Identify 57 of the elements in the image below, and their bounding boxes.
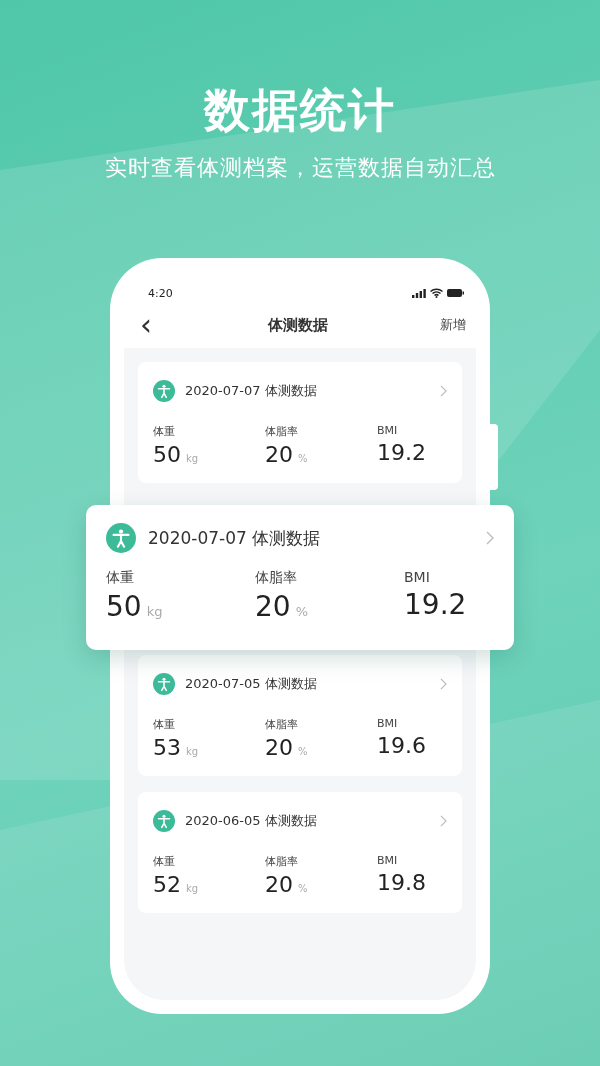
person-icon — [153, 810, 175, 832]
record-title: 2020-06-05 体测数据 — [185, 812, 318, 830]
stat-unit: % — [298, 453, 308, 464]
stat-label: BMI — [404, 569, 431, 585]
nav-title: 体测数据 — [268, 315, 328, 335]
stat-label: 体脂率 — [265, 717, 299, 732]
record-card[interactable]: 2020-07-07 体测数据 体重 50 kg 体脂率 20 % BMI 19.2 — [138, 362, 462, 483]
chevron-right-icon — [440, 815, 447, 827]
stat-label: 体脂率 — [265, 854, 299, 869]
stat-label: 体重 — [153, 424, 176, 439]
signal-icon — [412, 288, 426, 298]
stat-label: BMI — [377, 424, 399, 437]
stat-value: 50 — [106, 590, 142, 623]
record-title: 2020-07-07 体测数据 — [148, 526, 322, 550]
stat-value: 20 — [265, 735, 293, 760]
record-title: 2020-07-05 体测数据 — [185, 675, 318, 693]
stat-unit: kg — [186, 746, 199, 757]
chevron-right-icon — [486, 531, 494, 545]
record-card[interactable]: 2020-06-05 体测数据 体重 52 kg 体脂率 20 % BMI 19.8 — [138, 792, 462, 913]
stat-unit: kg — [186, 883, 199, 894]
record-card[interactable]: 2020-07-05 体测数据 体重 53 kg 体脂率 20 % BMI 19.6 — [138, 655, 462, 776]
stat-value: 19.2 — [377, 440, 426, 465]
stat-value: 20 — [265, 442, 293, 467]
person-icon — [106, 523, 136, 553]
chevron-right-icon — [440, 385, 447, 397]
stat-value: 20 — [265, 872, 293, 897]
stat-value: 52 — [153, 872, 181, 897]
hero-subtitle: 实时查看体测档案，运营数据自动汇总 — [104, 154, 496, 182]
record-title: 2020-07-07 体测数据 — [185, 382, 318, 400]
stat-label: 体脂率 — [265, 424, 299, 439]
stat-value: 19.2 — [404, 588, 467, 621]
stat-unit: kg — [146, 604, 163, 619]
stat-label: 体脂率 — [255, 569, 298, 587]
stat-label: 体重 — [153, 854, 176, 869]
stat-label: 体重 — [153, 717, 176, 732]
stat-value: 19.8 — [377, 870, 426, 895]
stat-unit: % — [298, 746, 308, 757]
stat-value: 53 — [153, 735, 181, 760]
stat-unit: % — [295, 604, 308, 619]
battery-icon — [447, 289, 464, 297]
chevron-right-icon — [440, 678, 447, 690]
stat-value: 20 — [255, 590, 291, 623]
wifi-icon — [430, 288, 443, 298]
person-icon — [153, 673, 175, 695]
stat-value: 19.6 — [377, 733, 426, 758]
stat-label: BMI — [377, 854, 399, 867]
status-time: 4:20 — [148, 286, 173, 300]
back-button[interactable]: ‹ — [136, 310, 156, 340]
stat-unit: kg — [186, 453, 199, 464]
stat-value: 50 — [153, 442, 181, 467]
add-button[interactable]: 新增 — [440, 316, 466, 334]
hero-title: 数据统计 — [204, 82, 396, 138]
stat-unit: % — [298, 883, 308, 894]
stat-label: 体重 — [106, 569, 135, 587]
stat-label: BMI — [377, 717, 399, 730]
person-icon — [153, 380, 175, 402]
record-card[interactable]: 2020-07-07 体测数据 体重 50 kg 体脂率 20 % BMI 19.2 — [86, 505, 514, 650]
